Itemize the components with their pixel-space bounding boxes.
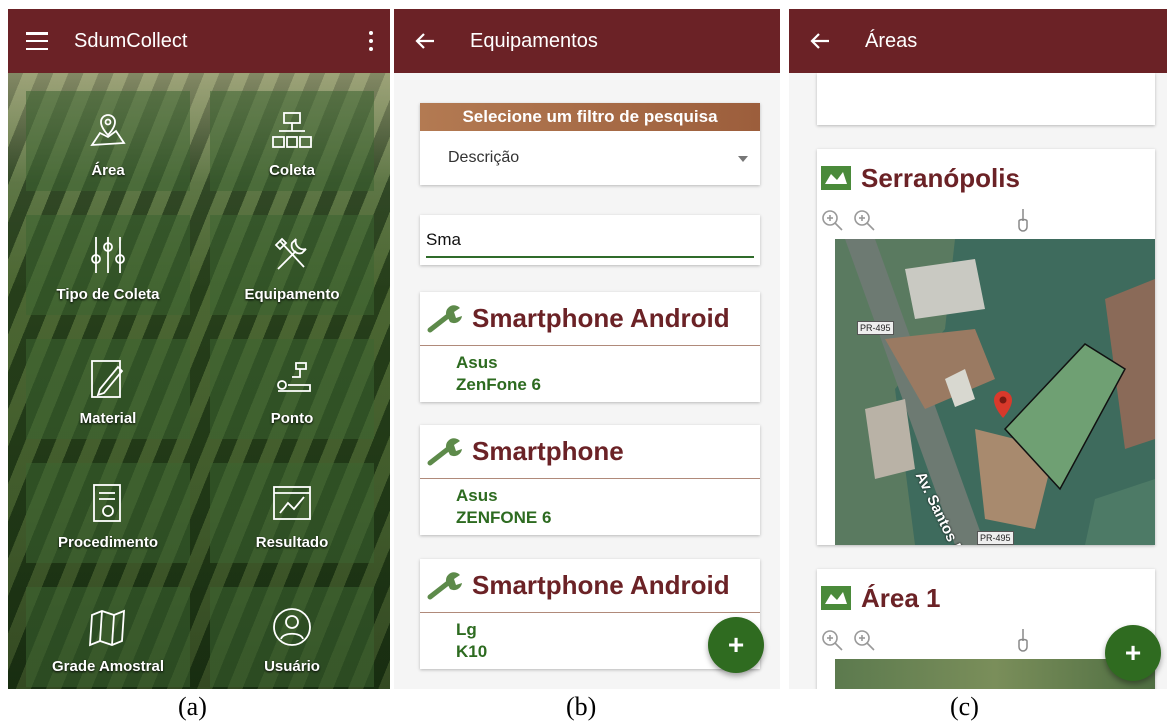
area-name: Área 1	[861, 582, 941, 613]
user-circle-icon	[269, 604, 315, 650]
equipment-name: Smartphone	[420, 425, 760, 479]
wrench-icon	[427, 304, 462, 332]
caption-c: (c)	[950, 692, 979, 721]
screen-title: Áreas	[865, 29, 918, 52]
tile-label: Tipo de Coleta	[56, 286, 160, 303]
app-bar: SdumCollect	[8, 9, 390, 73]
map-pin-icon	[85, 108, 131, 154]
tile-label: Usuário	[264, 658, 320, 675]
tile-equipamento[interactable]: Equipamento	[210, 215, 374, 315]
area-map-icon	[821, 166, 851, 190]
search-input-value: Sma	[426, 230, 461, 249]
screen-home: SdumCollect Área Coleta Tipo de Coleta E…	[8, 9, 390, 689]
zoom-in-icon[interactable]	[853, 629, 875, 651]
tile-procedimento[interactable]: Procedimento	[26, 463, 190, 563]
area-card[interactable]: Serranópolis PR-495 Av. Santos Du PR-495	[817, 149, 1155, 545]
app-title: SdumCollect	[74, 29, 188, 52]
list-item[interactable]: Smartphone Android Asus ZenFone 6	[420, 292, 760, 402]
dropdown-caret-icon	[738, 156, 748, 162]
equipment-brand: Asus	[456, 486, 498, 505]
screen-title: Equipamentos	[470, 29, 598, 52]
filter-card: Selecione um filtro de pesquisa Descriçã…	[420, 103, 760, 185]
back-arrow-icon[interactable]	[414, 29, 444, 53]
add-equipment-button[interactable]: +	[708, 617, 764, 673]
area-card[interactable]: Área 1	[817, 569, 1155, 689]
tools-icon	[269, 232, 315, 278]
tile-label: Material	[79, 410, 137, 427]
search-field[interactable]: Sma	[420, 215, 760, 265]
caption-b: (b)	[566, 692, 597, 721]
back-arrow-icon[interactable]	[809, 29, 839, 53]
area-card-partial[interactable]	[817, 73, 1155, 125]
equipment-name: Smartphone Android	[420, 559, 760, 613]
area-map-icon	[821, 586, 851, 610]
tile-ponto[interactable]: Ponto	[210, 339, 374, 439]
road-label: PR-495	[977, 531, 1014, 545]
zoom-in-icon[interactable]	[821, 629, 843, 651]
screen-areas: Áreas Serranópolis PR-495 Av. Santos Du …	[789, 9, 1167, 689]
app-bar: Áreas	[789, 9, 1167, 73]
tile-coleta[interactable]: Coleta	[210, 91, 374, 191]
list-item[interactable]: Smartphone Asus ZENFONE 6	[420, 425, 760, 535]
tile-area[interactable]: Área	[26, 91, 190, 191]
equipment-brand: Asus	[456, 353, 498, 372]
menu-grid: Área Coleta Tipo de Coleta Equipamento M…	[26, 91, 374, 687]
tile-label: Resultado	[255, 534, 329, 551]
sliders-icon	[85, 232, 131, 278]
tile-usuario[interactable]: Usuário	[210, 587, 374, 687]
wrench-icon	[427, 437, 462, 465]
tile-resultado[interactable]: Resultado	[210, 463, 374, 563]
caption-a: (a)	[178, 692, 207, 721]
tile-label: Equipamento	[244, 286, 340, 303]
area-name: Serranópolis	[861, 162, 1020, 193]
wrench-icon	[427, 571, 462, 599]
chart-window-icon	[269, 480, 315, 526]
overflow-menu-icon[interactable]	[368, 31, 374, 51]
point-marker-icon	[269, 356, 315, 402]
hierarchy-icon	[269, 108, 315, 154]
zoom-in-icon[interactable]	[821, 209, 843, 231]
tile-material[interactable]: Material	[26, 339, 190, 439]
search-underline	[426, 256, 754, 258]
filter-select-value: Descrição	[448, 149, 520, 166]
filter-select[interactable]: Descrição	[420, 131, 760, 185]
satellite-map[interactable]: PR-495 Av. Santos Du PR-495	[835, 239, 1155, 545]
hamburger-menu-icon[interactable]	[26, 32, 48, 50]
hand-pointer-icon[interactable]	[1015, 627, 1031, 653]
screen-equipamentos: Equipamentos Selecione um filtro de pesq…	[394, 9, 780, 689]
road-label: PR-495	[857, 321, 894, 335]
tile-label: Área	[91, 162, 125, 179]
tile-label: Procedimento	[57, 534, 159, 551]
equipment-name: Smartphone Android	[420, 292, 760, 346]
zoom-in-icon[interactable]	[853, 209, 875, 231]
add-area-button[interactable]: +	[1105, 625, 1161, 681]
folded-map-icon	[85, 604, 131, 650]
equipment-model: ZENFONE 6	[456, 508, 552, 527]
tile-label: Ponto	[270, 410, 314, 427]
filter-header: Selecione um filtro de pesquisa	[420, 103, 760, 131]
tile-tipo-de-coleta[interactable]: Tipo de Coleta	[26, 215, 190, 315]
tile-label: Grade Amostral	[52, 658, 164, 675]
app-bar: Equipamentos	[394, 9, 780, 73]
document-edit-icon	[85, 356, 131, 402]
tile-grade-amostral[interactable]: Grade Amostral	[26, 587, 190, 687]
procedure-icon	[85, 480, 131, 526]
equipment-model: ZenFone 6	[456, 375, 542, 394]
tile-label: Coleta	[269, 162, 315, 179]
hand-pointer-icon[interactable]	[1015, 207, 1031, 233]
